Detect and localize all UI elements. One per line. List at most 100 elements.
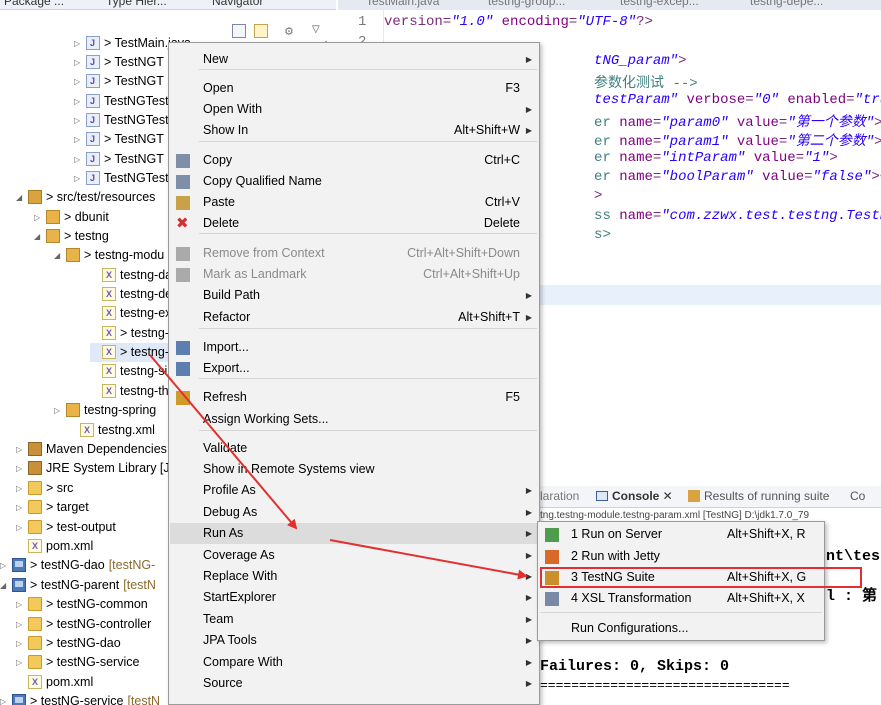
menu-item-new[interactable]: New ▶ [170,49,538,70]
tree-item[interactable]: testng-dep [90,285,179,304]
menu-item-assign-working-sets[interactable]: Assign Working Sets... [170,409,538,430]
expand-toggle-icon[interactable]: ▷ [34,208,44,227]
menu-item-refactor[interactable]: Refactor Alt+Shift+T ▶ [170,307,538,328]
tab-testng-results[interactable]: Results of running suite [688,489,829,503]
expand-toggle-icon[interactable]: ▷ [74,72,84,91]
submenu-item-4-xsl-transformation[interactable]: 4 XSL Transformation Alt+Shift+X, X [539,588,823,609]
menu-item-open[interactable]: Open F3 [170,78,538,99]
menu-item-remove-from-context[interactable]: Remove from Context Ctrl+Alt+Shift+Down [170,243,538,264]
expand-toggle-icon[interactable]: ▷ [74,34,84,53]
menu-item-delete[interactable]: ✖ Delete Delete [170,213,538,234]
tree-item[interactable]: ▷ > TestNGT [74,150,164,169]
collapse-all-icon[interactable] [232,24,246,38]
tab-declaration[interactable]: laration [540,489,579,503]
expand-toggle-icon[interactable]: ◢ [0,576,10,595]
expand-toggle-icon[interactable]: ◢ [54,246,64,265]
tree-item[interactable]: ▷ > target [16,498,89,517]
expand-toggle-icon[interactable]: ◢ [34,227,44,246]
menu-item-team[interactable]: Team ▶ [170,609,538,630]
menu-item-run-as[interactable]: Run As ▶ [170,523,538,544]
menu-item-coverage-as[interactable]: Coverage As ▶ [170,545,538,566]
expand-toggle-icon[interactable]: ▷ [16,498,26,517]
menu-item-copy-qualified-name[interactable]: Copy Qualified Name [170,171,538,192]
expand-toggle-icon[interactable]: ▷ [16,634,26,653]
menu-item-debug-as[interactable]: Debug As ▶ [170,502,538,523]
menu-item-replace-with[interactable]: Replace With ▶ [170,566,538,587]
expand-toggle-icon[interactable]: ▷ [0,556,10,575]
submenu-item-1-run-on-server[interactable]: 1 Run on Server Alt+Shift+X, R [539,524,823,545]
tab-package-explorer[interactable]: Package ... [4,0,64,8]
expand-toggle-icon[interactable]: ▷ [16,479,26,498]
view-menu-icon[interactable]: ⚙ [284,25,298,38]
tree-item[interactable]: ▷ > testNG-common [16,595,148,614]
tree-item[interactable]: testng-thre [90,382,180,401]
expand-toggle-icon[interactable]: ▷ [16,653,26,672]
menu-item-open-with[interactable]: Open With ▶ [170,99,538,120]
tab-coverage[interactable]: Co [850,489,865,503]
tree-item[interactable]: ▷ > testNG-dao [testNG- [0,556,155,575]
expand-toggle-icon[interactable]: ▷ [16,518,26,537]
menu-item-compare-with[interactable]: Compare With ▶ [170,652,538,673]
expand-toggle-icon[interactable]: ▷ [74,130,84,149]
tree-item[interactable]: ◢ > src/test/resources [16,188,155,207]
editor-tab[interactable]: TestMain.java [366,0,439,8]
editor-tab[interactable]: testng-excep... [620,0,699,8]
menu-item-show-in[interactable]: Show In Alt+Shift+W ▶ [170,120,538,141]
tab-console[interactable]: Console ✕ [596,489,673,503]
tab-type-hierarchy[interactable]: Type Hier... [106,0,167,8]
tree-item[interactable]: ▷ > src [16,479,73,498]
menu-item-build-path[interactable]: Build Path ▶ [170,285,538,306]
editor-tab[interactable]: testng-group... [488,0,565,8]
expand-toggle-icon[interactable]: ▷ [74,92,84,111]
menu-item-copy[interactable]: Copy Ctrl+C [170,150,538,171]
expand-toggle-icon[interactable]: ▷ [16,459,26,478]
tree-item[interactable]: ▷ TestNGTest [74,169,169,188]
menu-item-refresh[interactable]: Refresh F5 [170,387,538,408]
expand-toggle-icon[interactable]: ◢ [16,188,26,207]
menu-item-import[interactable]: Import... [170,337,538,358]
tree-item[interactable]: > testng-gr [90,324,180,343]
expand-toggle-icon[interactable]: ▷ [74,111,84,130]
tab-navigator[interactable]: Navigator [212,0,263,8]
tree-item[interactable]: ▷ TestNGTest [74,111,169,130]
tree-item[interactable]: pom.xml [16,673,93,692]
menu-item-jpa-tools[interactable]: JPA Tools ▶ [170,630,538,651]
expand-toggle-icon[interactable]: ▷ [16,440,26,459]
tree-item[interactable]: pom.xml [16,537,93,556]
expand-toggle-icon[interactable]: ▷ [74,150,84,169]
tree-item[interactable]: ▷ > testNG-dao [16,634,121,653]
tree-item[interactable]: ▷ > testNG-service [16,653,139,672]
tree-item[interactable]: testng.xml [68,421,155,440]
tree-item[interactable]: ▷ > TestNGT [74,53,164,72]
link-editor-icon[interactable] [254,24,268,38]
menu-item-mark-as-landmark[interactable]: Mark as Landmark Ctrl+Alt+Shift+Up [170,264,538,285]
menu-item-source[interactable]: Source ▶ [170,673,538,694]
menu-item-startexplorer[interactable]: StartExplorer ▶ [170,587,538,608]
tree-item[interactable]: ▷ > testNG-service [testN [0,692,160,705]
submenu-item-run-configurations[interactable]: Run Configurations... [539,618,823,639]
tree-item[interactable]: ◢ > testng [34,227,109,246]
expand-toggle-icon[interactable]: ▷ [74,53,84,72]
tree-item[interactable]: ▷ > TestNGT [74,130,164,149]
expand-toggle-icon[interactable]: ▷ [16,615,26,634]
menu-item-paste[interactable]: Paste Ctrl+V [170,192,538,213]
tree-item[interactable]: ▷ > dbunit [34,208,109,227]
menu-item-profile-as[interactable]: Profile As ▶ [170,480,538,501]
tree-item[interactable]: ◢ > testNG-parent [testN [0,576,156,595]
tree-item[interactable]: ▷ > testNG-controller [16,615,151,634]
tree-item[interactable]: ▷ > TestNGT [74,72,164,91]
tree-item[interactable]: ▷ Maven Dependencies [16,440,167,459]
tree-item[interactable]: ▷ JRE System Library [J [16,459,170,478]
tree-item[interactable]: ▷ > test-output [16,518,116,537]
expand-toggle-icon[interactable]: ▷ [74,169,84,188]
expand-toggle-icon[interactable]: ▷ [16,595,26,614]
menu-item-show-in-remote-systems-view[interactable]: Show in Remote Systems view [170,459,538,480]
expand-toggle-icon[interactable]: ▷ [0,692,10,705]
submenu-item-2-run-with-jetty[interactable]: 2 Run with Jetty [539,546,823,567]
editor-tab[interactable]: testng-depe... [750,0,823,8]
menu-item-validate[interactable]: Validate [170,438,538,459]
tree-item[interactable]: ▷ testng-spring [54,401,156,420]
tree-item[interactable]: ◢ > testng-modu [54,246,164,265]
menu-item-export[interactable]: Export... [170,358,538,379]
chevron-down-icon[interactable]: ▽ [312,24,320,35]
